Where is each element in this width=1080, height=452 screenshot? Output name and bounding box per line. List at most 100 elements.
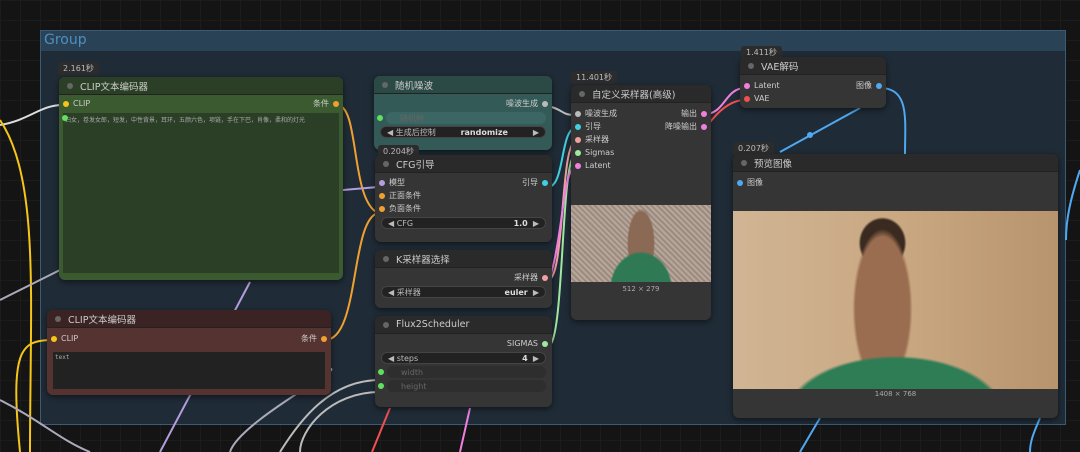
widget-value: 4 [522,353,528,363]
prompt-textarea[interactable]: 妇女，卷发女郎，短发，中性背景，耳环，五颜六色，项链，手在下巴，肖像，柔和的灯光 [63,113,339,273]
input-clip[interactable]: CLIP [59,97,90,110]
input-vae[interactable]: VAE [740,92,886,105]
collapse-dot-icon[interactable] [383,160,389,167]
node-title: CLIP文本编码器 [68,314,136,326]
socket-icon[interactable] [379,179,385,186]
output-image[interactable]: 图像 [856,79,886,92]
input-sigmas[interactable]: Sigmas [571,146,711,159]
height-input[interactable]: height [378,380,546,392]
output-sampler[interactable]: 采样器 [375,271,552,284]
collapse-dot-icon[interactable] [67,82,73,89]
collapse-dot-icon[interactable] [382,81,388,88]
socket-icon[interactable] [62,115,68,121]
socket-icon[interactable] [575,136,581,143]
control-after-generate-combo[interactable]: ◀ 生成后控制 randomize ▶ [380,126,546,138]
clip-text-encoder-negative-node[interactable]: CLIP文本编码器 CLIP 条件 text [47,310,331,395]
output-conditioning[interactable]: 条件 [301,332,331,345]
input-model[interactable]: 模型 [375,176,405,189]
socket-icon[interactable] [377,115,383,121]
clip-text-encoder-positive-node[interactable]: CLIP文本编码器 CLIP 条件 妇女，卷发女郎，短发，中性背景，耳环，五颜六… [59,77,343,280]
output-label: 条件 [301,334,317,343]
random-noise-node[interactable]: 随机噪波 噪波生成 随机种 ◀ 生成后控制 randomize ▶ [374,76,552,150]
socket-icon[interactable] [321,335,327,342]
socket-icon[interactable] [575,110,581,117]
socket-icon[interactable] [744,82,750,89]
socket-icon[interactable] [575,149,581,156]
collapse-dot-icon[interactable] [383,321,389,328]
exec-time-badge: 2.161秒 [58,62,99,75]
output-label: 降噪输出 [665,122,697,131]
collapse-dot-icon[interactable] [383,255,389,262]
cfg-number-widget[interactable]: ◀ CFG 1.0 ▶ [381,217,546,229]
input-latent[interactable]: Latent [571,159,711,172]
widget-label: 生成后控制 [395,127,436,137]
socket-icon[interactable] [701,123,707,130]
node-title: 随机噪波 [395,80,434,92]
widget-label: height [401,381,427,391]
exec-time-badge: 11.401秒 [571,71,617,84]
sampler-name-combo[interactable]: ◀ 采样器 euler ▶ [381,286,546,298]
node-title: 预览图像 [754,158,793,170]
noise-seed-input[interactable]: 随机种 [377,112,546,124]
preview-image-node[interactable]: 预览图像 图像 1408 × 768 [733,154,1058,418]
output-label: SIGMAS [506,339,538,348]
width-input[interactable]: width [378,366,546,378]
socket-icon[interactable] [575,162,581,169]
input-image[interactable]: 图像 [733,176,1058,189]
socket-icon[interactable] [379,205,385,212]
socket-icon[interactable] [379,192,385,199]
output-label: 噪波生成 [506,99,538,108]
socket-icon[interactable] [51,335,57,342]
socket-icon[interactable] [701,110,707,117]
input-label: 引导 [585,122,601,131]
node-title: CFG引导 [396,159,435,171]
output-noise[interactable]: 噪波生成 [374,97,552,110]
output-label: 采样器 [514,273,538,282]
output-label: 图像 [856,81,872,90]
socket-icon[interactable] [737,179,743,186]
input-label: 图像 [747,178,763,187]
output-output[interactable]: 输出 [681,107,711,120]
input-positive[interactable]: 正面条件 [375,189,552,202]
socket-icon[interactable] [876,82,882,89]
input-label: 噪波生成 [585,109,617,118]
output-conditioning[interactable]: 条件 [313,97,343,110]
cfg-guider-node[interactable]: CFG引导 模型 引导 正面条件 负面条件 ◀ CFG 1.0 ▶ [375,155,552,242]
output-label: 引导 [522,178,538,187]
collapse-dot-icon[interactable] [579,90,585,97]
input-sampler[interactable]: 采样器 [571,133,711,146]
socket-icon[interactable] [575,123,581,130]
socket-icon[interactable] [63,100,69,107]
socket-icon[interactable] [542,100,548,107]
input-negative[interactable]: 负面条件 [375,202,552,215]
socket-icon[interactable] [378,369,384,375]
collapse-dot-icon[interactable] [748,62,754,69]
output-denoised[interactable]: 降噪输出 [665,120,711,133]
node-title: CLIP文本编码器 [80,81,148,93]
input-label: Latent [754,81,780,90]
preview-image [571,205,711,282]
widget-label: steps [396,353,419,363]
seed-label: 随机种 [400,113,424,123]
custom-sampler-advanced-node[interactable]: 自定义采样器(高级) 噪波生成 引导 采样器 Sigmas Latent 输出 … [571,85,711,320]
output-sigmas[interactable]: SIGMAS [375,337,552,350]
widget-value: randomize [460,127,508,137]
socket-icon[interactable] [542,274,548,281]
socket-icon[interactable] [744,95,750,102]
ksampler-select-node[interactable]: K采样器选择 采样器 ◀ 采样器 euler ▶ [375,250,552,308]
socket-icon[interactable] [542,179,548,186]
output-guider[interactable]: 引导 [522,176,552,189]
input-label: 正面条件 [389,191,421,200]
vae-decode-node[interactable]: VAE解码 Latent VAE 图像 [740,57,886,108]
input-clip[interactable]: CLIP [47,332,78,345]
steps-number-widget[interactable]: ◀ steps 4 ▶ [381,352,546,364]
socket-icon[interactable] [378,383,384,389]
socket-icon[interactable] [542,340,548,347]
widget-value: euler [504,287,528,297]
collapse-dot-icon[interactable] [55,315,61,322]
collapse-dot-icon[interactable] [741,159,747,166]
output-label: 条件 [313,99,329,108]
flux2-scheduler-node[interactable]: Flux2Scheduler SIGMAS ◀ steps 4 ▶ width h… [375,316,552,407]
prompt-textarea[interactable]: text [53,352,325,389]
socket-icon[interactable] [333,100,339,107]
